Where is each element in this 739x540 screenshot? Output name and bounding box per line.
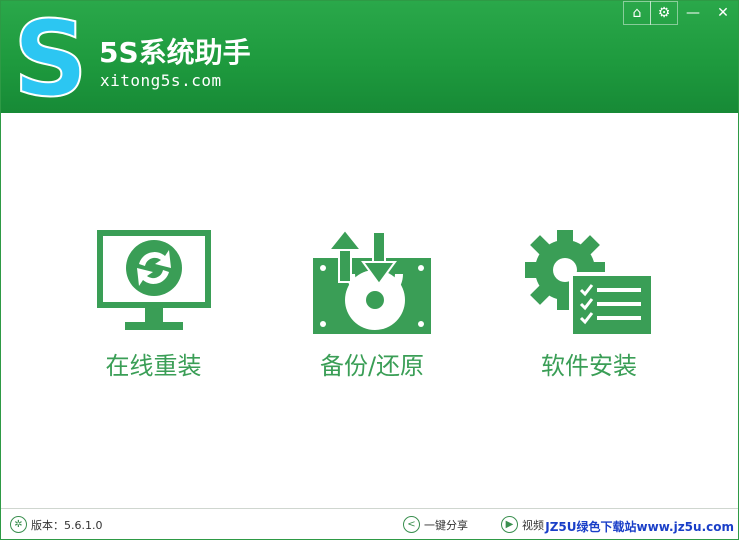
monitor-refresh-icon [96,230,211,330]
video-button[interactable]: ▶ 视频 [501,516,544,533]
share-icon: < [403,516,420,533]
backup-restore-label: 备份/还原 [319,352,425,380]
gear-icon: ⚙ [657,5,671,21]
video-icon: ▶ [501,516,518,533]
logo-s-icon: S [12,3,89,107]
close-icon: ✕ [717,5,729,21]
video-label: 视频 [522,518,544,532]
main-panel: 在线重装 备份/还原 软件安装 [1,113,738,508]
software-install-button[interactable]: 软件安装 [519,228,659,381]
version-icon: ✲ [10,516,27,533]
status-bar: ✲ 版本：5.6.1.0 < 一键分享 ▶ 视频 JZ5U绿色下载站www.jz… [1,508,738,539]
version-label: 版本：5.6.1.0 [31,518,103,532]
minimize-button[interactable]: — [678,1,708,25]
software-install-label: 软件安装 [541,352,637,380]
version-info: ✲ 版本：5.6.1.0 [10,516,102,533]
watermark-text: JZ5U绿色下载站www.jz5u.com [545,520,734,534]
close-button[interactable]: ✕ [708,1,738,25]
share-label: 一键分享 [424,518,468,532]
online-reinstall-label: 在线重装 [105,352,202,380]
settings-button[interactable]: ⚙ [650,1,678,25]
share-button[interactable]: < 一键分享 [403,516,468,533]
gear-checklist-icon [525,230,651,334]
window-controls: ⌂ ⚙ — ✕ [623,1,738,25]
backup-restore-disk-icon [313,228,431,334]
header-bar: S 5S系统助手 xitong5s.com ⌂ ⚙ — ✕ [1,1,738,113]
minimize-icon: — [686,5,700,21]
backup-restore-button[interactable]: 备份/还原 [307,228,437,381]
home-button[interactable]: ⌂ [623,1,651,25]
app-url: xitong5s.com [100,71,222,90]
online-reinstall-button[interactable]: 在线重装 [91,228,216,381]
app-window: S 5S系统助手 xitong5s.com ⌂ ⚙ — ✕ 在线重装 备份/还原… [0,0,739,540]
app-name: 5S系统助手 [99,36,251,69]
home-icon: ⌂ [632,5,642,21]
logo-letter: S [13,3,88,107]
